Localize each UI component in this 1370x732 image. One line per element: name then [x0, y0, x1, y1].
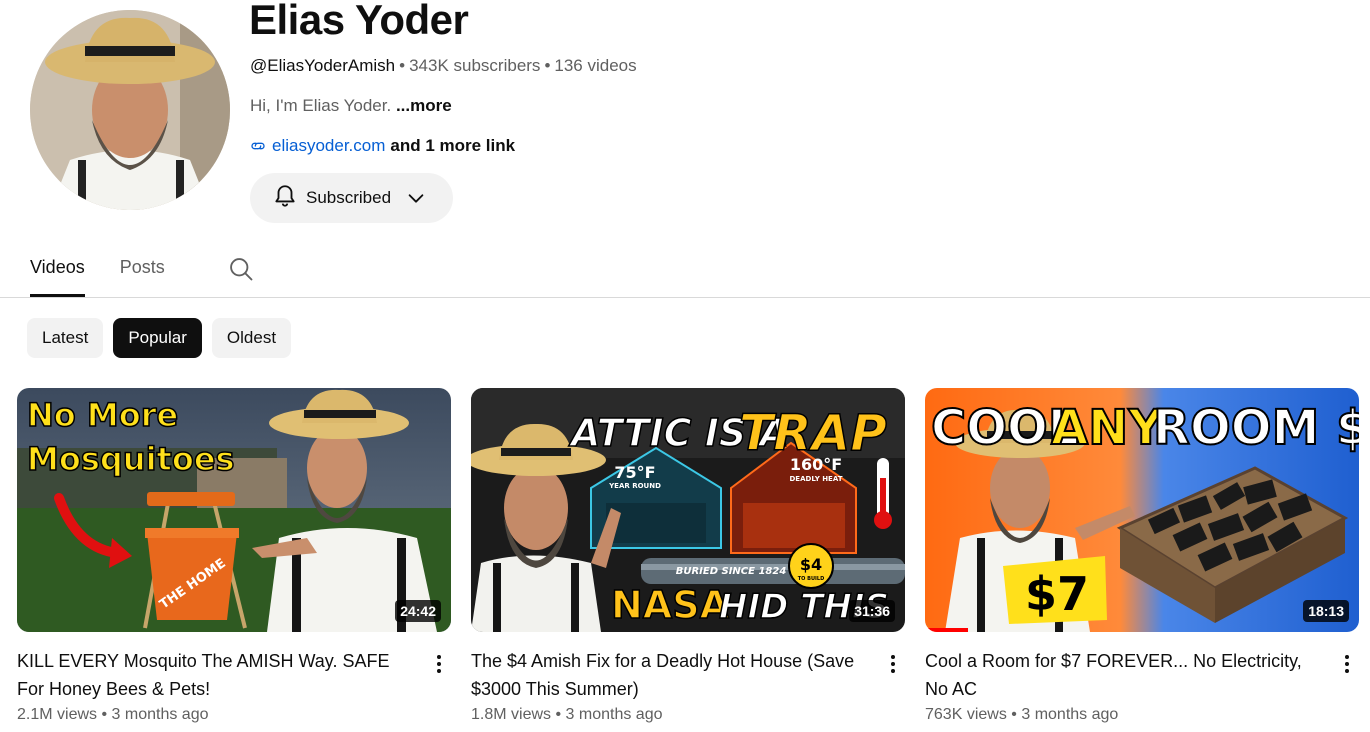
- video-card[interactable]: THE HOME No More Mosquitoes 24:42 KILL E…: [17, 388, 451, 723]
- video-card[interactable]: ATTIC IS A TRAP 75°F YEAR ROUND 160°F DE…: [471, 388, 905, 723]
- video-thumbnail[interactable]: THE HOME No More Mosquitoes 24:42: [17, 388, 451, 632]
- channel-links: eliasyoder.com and 1 more link: [250, 136, 515, 156]
- chip-latest[interactable]: Latest: [27, 318, 104, 358]
- thumb-label-cool-sub: YEAR ROUND: [608, 482, 661, 490]
- thumb-text-nasa: NASA: [611, 583, 730, 627]
- subscribed-label: Subscribed: [306, 188, 392, 207]
- more-options-icon[interactable]: [881, 652, 905, 676]
- channel-description[interactable]: Hi, I'm Elias Yoder. ...more: [250, 96, 452, 116]
- description-more-link[interactable]: ...more: [396, 96, 452, 115]
- tabs-divider: [0, 297, 1370, 298]
- chevron-down-icon: [405, 187, 427, 209]
- search-icon[interactable]: [227, 255, 255, 283]
- link-icon: [250, 137, 268, 155]
- meta-separator: •: [399, 56, 406, 75]
- thumb-price: $7: [1025, 567, 1089, 621]
- watch-progress-bar: [925, 628, 969, 632]
- meta-separator: •: [544, 56, 551, 75]
- view-count: 2.1M views: [17, 706, 98, 723]
- channel-handle: @EliasYoderAmish: [250, 56, 396, 75]
- thumbnail-image: COOL ANY ROOM $7 $7: [925, 388, 1359, 632]
- thumb-label-hot: 160°F: [790, 455, 842, 474]
- bell-icon: [272, 183, 298, 214]
- thumb-text-line2: Mosquitoes: [27, 440, 235, 478]
- channel-avatar[interactable]: [30, 10, 230, 210]
- meta-separator: •: [1011, 706, 1017, 723]
- thumb-price: $4: [800, 555, 822, 574]
- thumb-text-room: ROOM $7: [1153, 400, 1359, 456]
- video-title[interactable]: Cool a Room for $7 FOREVER... No Electri…: [925, 647, 1325, 703]
- view-count: 763K views: [925, 706, 1007, 723]
- description-text: Hi, I'm Elias Yoder.: [250, 96, 396, 115]
- thumbnail-image: ATTIC IS A TRAP 75°F YEAR ROUND 160°F DE…: [471, 388, 905, 632]
- video-meta: 763K views • 3 months ago: [925, 706, 1118, 724]
- subscriber-count: 343K subscribers: [409, 56, 541, 75]
- thumb-label-cool: 75°F: [614, 463, 655, 482]
- avatar-image: [30, 10, 230, 210]
- video-thumbnail[interactable]: COOL ANY ROOM $7 $7 18:13: [925, 388, 1359, 632]
- channel-tabs: Videos Posts: [30, 246, 200, 298]
- chip-popular[interactable]: Popular: [113, 318, 202, 358]
- thumb-text-any: ANY: [1051, 400, 1164, 456]
- video-duration: 24:42: [395, 600, 441, 622]
- meta-separator: •: [101, 706, 108, 723]
- more-links-button[interactable]: and 1 more link: [390, 136, 515, 156]
- upload-age: 3 months ago: [565, 706, 663, 723]
- thumb-label-hot-sub: DEADLY HEAT: [790, 475, 843, 483]
- video-duration: 18:13: [1303, 600, 1349, 622]
- sort-chips: Latest Popular Oldest: [27, 318, 292, 358]
- video-duration: 31:36: [849, 600, 895, 622]
- channel-name: Elias Yoder: [249, 0, 469, 43]
- website-link[interactable]: eliasyoder.com: [272, 136, 385, 156]
- meta-separator: •: [555, 706, 562, 723]
- more-options-icon[interactable]: [1335, 652, 1359, 676]
- thumb-text-line1: No More: [27, 396, 178, 434]
- channel-meta: @EliasYoderAmish • 343K subscribers • 136 vi…: [250, 56, 637, 76]
- video-card[interactable]: COOL ANY ROOM $7 $7 18:13 Cool a Room fo…: [925, 388, 1359, 723]
- chip-oldest[interactable]: Oldest: [211, 318, 292, 358]
- thumb-text-trap: TRAP: [739, 404, 887, 462]
- video-title[interactable]: KILL EVERY Mosquito The AMISH Way. SAFE …: [17, 647, 417, 703]
- thumb-pipe-label: BURIED SINCE 1824: [676, 566, 787, 577]
- video-title[interactable]: The $4 Amish Fix for a Deadly Hot House …: [471, 647, 871, 703]
- video-meta: 1.8M views • 3 months ago: [471, 706, 663, 724]
- view-count: 1.8M views: [471, 706, 552, 723]
- video-count: 136 videos: [554, 56, 637, 75]
- more-options-icon[interactable]: [427, 652, 451, 676]
- video-meta: 2.1M views • 3 months ago: [17, 706, 209, 724]
- upload-age: 3 months ago: [1021, 706, 1119, 723]
- subscribed-button[interactable]: Subscribed: [250, 173, 453, 223]
- upload-age: 3 months ago: [111, 706, 209, 723]
- video-thumbnail[interactable]: ATTIC IS A TRAP 75°F YEAR ROUND 160°F DE…: [471, 388, 905, 632]
- tab-posts[interactable]: Posts: [120, 246, 165, 298]
- thumb-price-sub: TO BUILD: [798, 576, 824, 582]
- thumbnail-image: THE HOME No More Mosquitoes: [17, 388, 451, 632]
- tab-videos[interactable]: Videos: [30, 246, 85, 298]
